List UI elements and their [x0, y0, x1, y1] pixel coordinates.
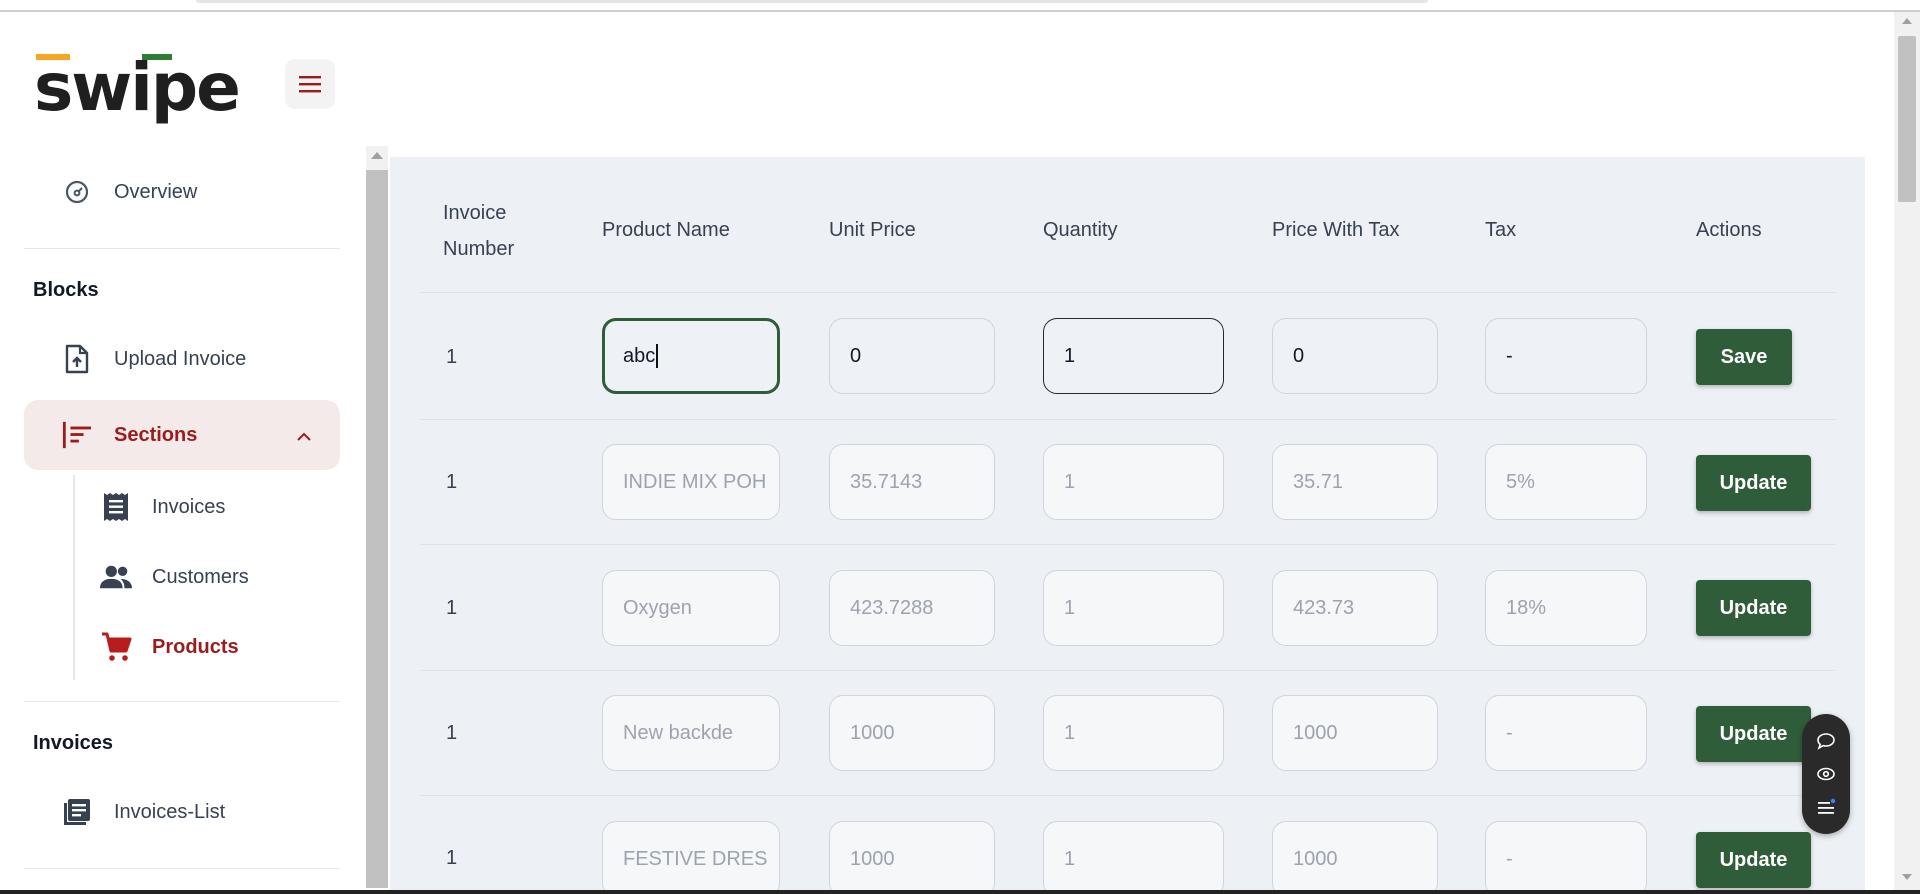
tax-input[interactable]: - [1485, 821, 1647, 890]
tax-input[interactable]: - [1485, 695, 1647, 771]
address-bar-edge [196, 0, 1428, 3]
tax-input[interactable]: - [1485, 318, 1647, 394]
sidebar-item-invoices-list[interactable]: Invoices-List [24, 777, 340, 847]
sidebar-item-invoices-list-label: Invoices-List [114, 800, 226, 823]
unit-price-input[interactable]: 1000 [829, 695, 995, 771]
header-quantity: Quantity [1043, 219, 1118, 241]
sidebar-item-sections-label: Sections [114, 423, 198, 446]
header-product-name: Product Name [602, 219, 730, 241]
scroll-up-arrow-icon[interactable] [1902, 18, 1912, 24]
svg-text:swipe: swipe [34, 54, 239, 126]
upload-file-icon [62, 344, 92, 374]
divider [24, 868, 340, 869]
hamburger-menu-button[interactable] [285, 59, 335, 109]
tax-input[interactable]: 18% [1485, 570, 1647, 646]
row-divider [420, 670, 1835, 671]
unit-price-input[interactable]: 423.7288 [829, 570, 995, 646]
list-document-icon [62, 797, 92, 827]
header-invoice-number: Invoice Number [443, 202, 515, 260]
quantity-input[interactable]: 1 [1043, 444, 1224, 520]
cell-invoice-number: 1 [446, 597, 458, 619]
chat-bubble-icon[interactable] [1815, 730, 1837, 752]
cell-invoice-number: 1 [446, 722, 458, 744]
update-button[interactable]: Update [1696, 832, 1811, 888]
sidebar-subitem-products[interactable]: Products [100, 616, 330, 678]
quantity-input[interactable]: 1 [1043, 570, 1224, 646]
sidebar-subitem-invoices-label: Invoices [152, 495, 226, 518]
hamburger-icon [299, 76, 321, 93]
save-button[interactable]: Save [1696, 329, 1792, 385]
row-divider [420, 544, 1835, 545]
cell-invoice-number: 1 [446, 346, 458, 368]
floating-toolbar [1802, 714, 1850, 834]
unit-price-input[interactable]: 35.7143 [829, 444, 995, 520]
update-button[interactable]: Update [1696, 455, 1811, 511]
price-with-tax-input[interactable]: 423.73 [1272, 570, 1438, 646]
divider [24, 248, 340, 249]
page-scrollbar[interactable] [1894, 12, 1920, 890]
header-price-with-tax: Price With Tax [1272, 219, 1400, 241]
scroll-up-arrow-icon[interactable] [371, 152, 383, 159]
bottom-edge [0, 890, 1920, 894]
sidebar-subitem-customers-label: Customers [152, 565, 249, 588]
unit-price-input[interactable]: 1000 [829, 821, 995, 890]
cell-invoice-number: 1 [446, 847, 458, 869]
product-name-input[interactable]: INDIE MIX POH [602, 444, 780, 520]
tax-input[interactable]: 5% [1485, 444, 1647, 520]
price-with-tax-input[interactable]: 1000 [1272, 695, 1438, 771]
submenu-guide-line [73, 475, 75, 680]
row-divider [420, 419, 1835, 420]
swipe-logo: swipe [34, 54, 241, 126]
unit-price-input[interactable]: 0 [829, 318, 995, 394]
header-unit-price: Unit Price [829, 219, 916, 241]
update-button[interactable]: Update [1696, 580, 1811, 636]
sections-icon [62, 420, 92, 450]
product-name-input[interactable]: abc [602, 318, 780, 394]
content-scrollbar[interactable] [366, 146, 388, 888]
cell-invoice-number: 1 [446, 471, 458, 493]
chevron-up-icon[interactable] [296, 426, 312, 449]
page-scrollbar-thumb[interactable] [1898, 36, 1916, 202]
eye-icon[interactable] [1815, 763, 1837, 785]
products-table-panel: Invoice Number Product Name Unit Price Q… [390, 157, 1865, 890]
product-name-input[interactable]: Oxygen [602, 570, 780, 646]
price-with-tax-input[interactable]: 0 [1272, 318, 1438, 394]
sidebar-item-upload-invoice-label: Upload Invoice [114, 347, 247, 370]
divider [24, 701, 340, 702]
header-tax: Tax [1485, 219, 1517, 241]
list-notification-icon[interactable] [1815, 796, 1837, 818]
quantity-input[interactable]: 1 [1043, 318, 1224, 394]
update-button[interactable]: Update [1696, 706, 1811, 762]
sidebar-subitem-customers[interactable]: Customers [100, 546, 330, 608]
sidebar-item-sections[interactable]: Sections [24, 400, 340, 470]
scroll-down-arrow-icon[interactable] [1902, 874, 1912, 880]
product-name-input[interactable]: FESTIVE DRES [602, 821, 780, 890]
product-name-input[interactable]: New backde [602, 695, 780, 771]
sidebar-item-upload-invoice[interactable]: Upload Invoice [24, 324, 340, 394]
quantity-input[interactable]: 1 [1043, 821, 1224, 890]
text-caret [656, 344, 659, 368]
blocks-heading: Blocks [33, 279, 99, 301]
gauge-icon [62, 177, 92, 207]
invoices-heading: Invoices [33, 732, 114, 754]
price-with-tax-input[interactable]: 1000 [1272, 821, 1438, 890]
browser-top-strip [0, 0, 1920, 12]
cart-icon [100, 631, 132, 663]
sidebar-item-overview-label: Overview [114, 180, 198, 203]
receipt-icon [100, 491, 132, 523]
header-actions: Actions [1696, 219, 1762, 241]
sidebar-subitem-invoices[interactable]: Invoices [100, 476, 330, 538]
row-divider [420, 292, 1835, 293]
content-scrollbar-thumb[interactable] [366, 170, 388, 888]
sidebar-item-overview[interactable]: Overview [24, 157, 340, 227]
quantity-input[interactable]: 1 [1043, 695, 1224, 771]
row-divider [420, 795, 1835, 796]
people-icon [100, 561, 132, 593]
price-with-tax-input[interactable]: 35.71 [1272, 444, 1438, 520]
sidebar-subitem-products-label: Products [152, 635, 239, 658]
